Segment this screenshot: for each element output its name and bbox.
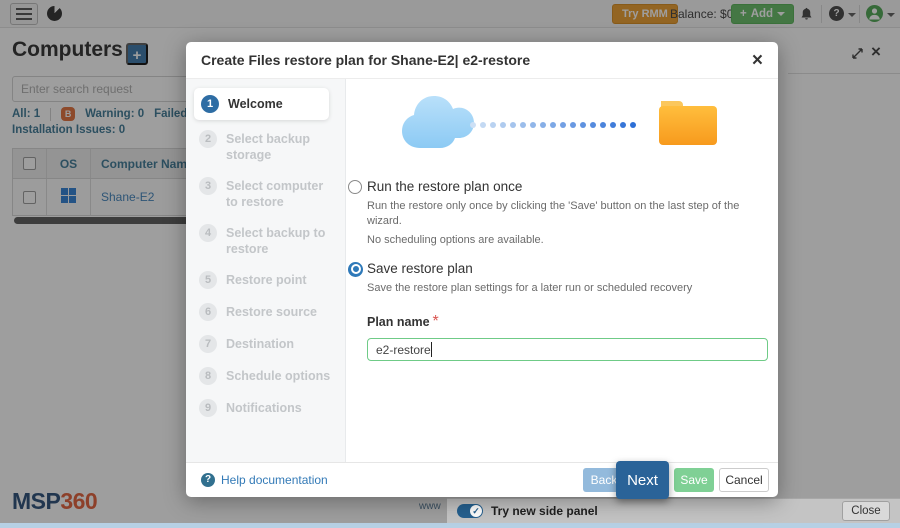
wizard-step-select-backup-storage[interactable]: 2 Select backup storage [186,123,345,170]
option-label[interactable]: Save restore plan [367,261,768,276]
side-panel-toggle[interactable]: ✓ [457,504,483,518]
restore-plan-wizard-dialog: Create Files restore plan for Shane-E2| … [186,42,778,497]
step-label: Select backup storage [226,130,335,163]
dot [620,122,626,128]
step-number: 9 [199,399,217,417]
wizard-step-welcome[interactable]: 1 Welcome [194,88,329,120]
option-label[interactable]: Run the restore plan once [367,179,768,194]
dot [470,122,476,128]
step-label: Destination [226,335,294,352]
step-number: 1 [201,95,219,113]
dot [560,122,566,128]
plan-name-label: Plan name [367,315,430,329]
restore-option-1: Save restore plan Save the restore plan s… [367,261,768,296]
dot [540,122,546,128]
step-label: Restore point [226,271,307,288]
restore-graphic [367,91,768,163]
dot [520,122,526,128]
step-label: Select computer to restore [226,177,335,210]
dialog-title: Create Files restore plan for Shane-E2| … [201,52,530,68]
step-label: Restore source [226,303,317,320]
text-cursor [431,342,432,357]
step-number: 3 [199,177,217,195]
cancel-button[interactable]: Cancel [719,468,769,492]
dot [480,122,486,128]
step-label: Welcome [228,95,283,112]
cloud-icon [400,93,476,156]
transfer-dots [470,122,636,128]
dot [500,122,506,128]
folder-icon [657,97,719,152]
dialog-header: Create Files restore plan for Shane-E2| … [186,42,778,79]
close-icon[interactable]: × [752,51,763,70]
wizard-step-content: Run the restore plan once Run the restore… [346,79,778,462]
radio-selected[interactable] [348,262,363,277]
help-documentation-link[interactable]: ? Help documentation [201,473,328,487]
step-label: Schedule options [226,367,330,384]
plan-name-field: Plan name* [367,313,768,361]
wizard-step-schedule-options[interactable]: 8 Schedule options [186,360,345,392]
wizard-step-select-computer-to-restore[interactable]: 3 Select computer to restore [186,170,345,217]
next-button[interactable]: Next [616,461,669,499]
step-label: Notifications [226,399,302,416]
dot [570,122,576,128]
step-number: 4 [199,224,217,242]
close-button[interactable]: Close [842,501,890,521]
step-number: 2 [199,130,217,148]
toggle-label: Try new side panel [491,504,598,518]
dot [630,122,636,128]
save-button[interactable]: Save [674,468,714,492]
dot [510,122,516,128]
dot [550,122,556,128]
dot [530,122,536,128]
wizard-step-notifications[interactable]: 9 Notifications [186,392,345,424]
step-label: Select backup to restore [226,224,335,257]
bottom-edge-strip [0,523,900,528]
side-panel-footer-bar: ✓ Try new side panel Close [447,498,900,523]
restore-option-0: Run the restore plan once Run the restore… [367,179,768,248]
help-circle-icon: ? [201,473,215,487]
wizard-steps-nav: 1 Welcome 2 Select backup storage 3 Select co… [186,79,346,462]
option-description: No scheduling options are available. [367,233,768,248]
wizard-step-select-backup-to-restore[interactable]: 4 Select backup to restore [186,217,345,264]
plan-name-input[interactable] [367,338,768,361]
wizard-step-restore-source[interactable]: 6 Restore source [186,296,345,328]
radio-unselected[interactable] [348,180,362,194]
dialog-footer: ? Help documentation Back Next Save Canc… [186,462,778,497]
wizard-step-destination[interactable]: 7 Destination [186,328,345,360]
dot [590,122,596,128]
wizard-step-restore-point[interactable]: 5 Restore point [186,264,345,296]
app-window: Try RMM Balance: $0 + Add ? Computers + … [0,0,900,528]
dot [600,122,606,128]
step-number: 8 [199,367,217,385]
option-description: Save the restore plan settings for a lat… [367,281,768,296]
step-number: 7 [199,335,217,353]
option-description: Run the restore only once by clicking th… [367,199,768,228]
step-number: 5 [199,271,217,289]
required-asterisk: * [433,313,439,330]
dot [580,122,586,128]
dot [610,122,616,128]
step-number: 6 [199,303,217,321]
dot [490,122,496,128]
toggle-check-icon: ✓ [470,505,482,517]
